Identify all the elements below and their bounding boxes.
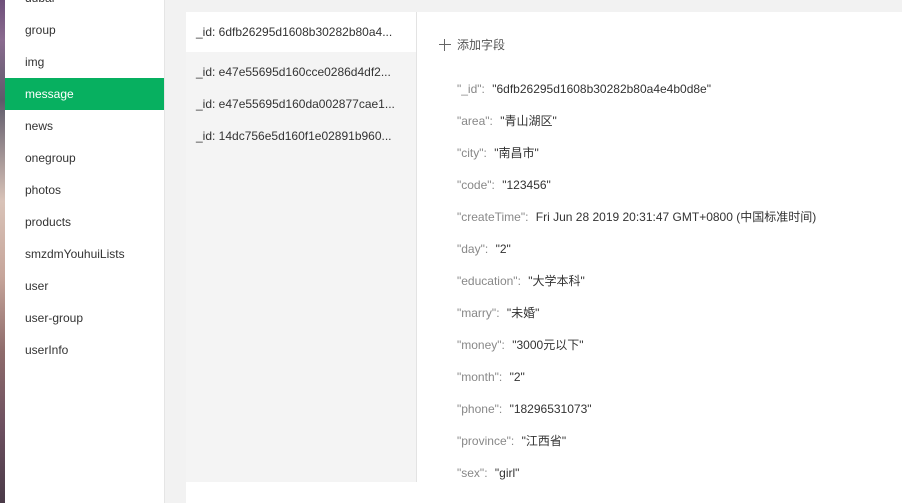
field-value: "18296531073" bbox=[509, 402, 592, 416]
field-key: "code" bbox=[457, 178, 492, 192]
field-value: "2" bbox=[509, 370, 525, 384]
record-item[interactable]: _id: e47e55695d160da002877cae1... bbox=[186, 84, 416, 116]
field-row-city[interactable]: "city": "南昌市" bbox=[457, 140, 816, 172]
field-row-phone[interactable]: "phone": "18296531073" bbox=[457, 396, 816, 428]
record-item[interactable]: _id: 14dc756e5d160f1e02891b960... bbox=[186, 116, 416, 148]
field-separator: : bbox=[498, 370, 503, 384]
sidebar-item-products[interactable]: products bbox=[5, 206, 164, 238]
sidebar-item-message[interactable]: message bbox=[5, 78, 164, 110]
top-strip bbox=[186, 0, 902, 12]
field-row-month[interactable]: "month": "2" bbox=[457, 364, 816, 396]
record-list: _id: 6dfb26295d1608b30282b80a4... _id: e… bbox=[186, 12, 417, 482]
field-key: "phone" bbox=[457, 402, 499, 416]
field-key: "money" bbox=[457, 338, 502, 352]
sidebar-item-img[interactable]: img bbox=[5, 46, 164, 78]
field-value: "3000元以下" bbox=[512, 338, 584, 352]
field-list: "_id": "6dfb26295d1608b30282b80a4e4b0d8e… bbox=[457, 76, 816, 492]
record-detail: 添加字段 "_id": "6dfb26295d1608b30282b80a4e4… bbox=[417, 12, 902, 482]
field-value: "girl" bbox=[494, 466, 520, 480]
field-separator: : bbox=[481, 82, 485, 96]
bottom-strip bbox=[186, 482, 902, 503]
sidebar-item-smzdmyouhuilists[interactable]: smzdmYouhuiLists bbox=[5, 238, 164, 270]
field-separator: : bbox=[517, 274, 521, 288]
add-field-button[interactable]: 添加字段 bbox=[439, 36, 505, 53]
record-item[interactable]: _id: 6dfb26295d1608b30282b80a4... bbox=[186, 12, 416, 52]
field-separator: : bbox=[496, 306, 500, 320]
field-value: Fri Jun 28 2019 20:31:47 GMT+0800 (中国标准时… bbox=[535, 210, 817, 224]
field-separator: : bbox=[510, 434, 515, 448]
field-row-province[interactable]: "province": "江西省" bbox=[457, 428, 816, 460]
field-separator: : bbox=[484, 242, 489, 256]
field-separator: : bbox=[491, 178, 495, 192]
field-separator: : bbox=[483, 146, 487, 160]
field-value: "大学本科" bbox=[528, 274, 585, 288]
field-row-area[interactable]: "area": "青山湖区" bbox=[457, 108, 816, 140]
sidebar-item-user[interactable]: user bbox=[5, 270, 164, 302]
field-row-day[interactable]: "day": "2" bbox=[457, 236, 816, 268]
field-row-id[interactable]: "_id": "6dfb26295d1608b30282b80a4e4b0d8e… bbox=[457, 76, 816, 108]
sidebar-item-user-group[interactable]: user-group bbox=[5, 302, 164, 334]
field-key: "area" bbox=[457, 114, 490, 128]
field-separator: : bbox=[498, 402, 503, 416]
field-key: "marry" bbox=[457, 306, 497, 320]
field-key: "education" bbox=[457, 274, 518, 288]
field-row-code[interactable]: "code": "123456" bbox=[457, 172, 816, 204]
field-separator: : bbox=[525, 210, 529, 224]
field-key: "createTime" bbox=[457, 210, 526, 224]
field-separator: : bbox=[501, 338, 505, 352]
field-value: "南昌市" bbox=[494, 146, 539, 160]
field-row-marry[interactable]: "marry": "未婚" bbox=[457, 300, 816, 332]
sidebar-item-userinfo[interactable]: userInfo bbox=[5, 334, 164, 366]
field-key: "sex" bbox=[457, 466, 485, 480]
collection-sidebar: dubai group img message news onegroup ph… bbox=[5, 0, 165, 503]
record-item[interactable]: _id: e47e55695d160cce0286d4df2... bbox=[186, 52, 416, 84]
field-row-createtime[interactable]: "createTime": Fri Jun 28 2019 20:31:47 G… bbox=[457, 204, 816, 236]
field-key: "day" bbox=[457, 242, 485, 256]
field-value: "青山湖区" bbox=[500, 114, 557, 128]
sidebar-item-onegroup[interactable]: onegroup bbox=[5, 142, 164, 174]
field-separator: : bbox=[484, 466, 488, 480]
panel-gap bbox=[165, 0, 186, 503]
field-value: "2" bbox=[495, 242, 511, 256]
sidebar-item-news[interactable]: news bbox=[5, 110, 164, 142]
plus-icon bbox=[439, 38, 451, 51]
field-value: "123456" bbox=[502, 178, 551, 192]
field-value: "未婚" bbox=[506, 306, 540, 320]
field-row-money[interactable]: "money": "3000元以下" bbox=[457, 332, 816, 364]
app-window: dubai group img message news onegroup ph… bbox=[0, 0, 902, 503]
field-value: "江西省" bbox=[521, 434, 567, 448]
field-key: "city" bbox=[457, 146, 484, 160]
sidebar-item-group[interactable]: group bbox=[5, 14, 164, 46]
field-key: "_id" bbox=[457, 82, 482, 96]
sidebar-item-dubai[interactable]: dubai bbox=[5, 0, 164, 14]
field-row-education[interactable]: "education": "大学本科" bbox=[457, 268, 816, 300]
add-field-label: 添加字段 bbox=[457, 38, 506, 52]
field-separator: : bbox=[489, 114, 493, 128]
field-value: "6dfb26295d1608b30282b80a4e4b0d8e" bbox=[492, 82, 711, 96]
field-key: "province" bbox=[457, 434, 511, 448]
collection-list: dubai group img message news onegroup ph… bbox=[5, 0, 164, 366]
field-key: "month" bbox=[457, 370, 499, 384]
sidebar-item-photos[interactable]: photos bbox=[5, 174, 164, 206]
